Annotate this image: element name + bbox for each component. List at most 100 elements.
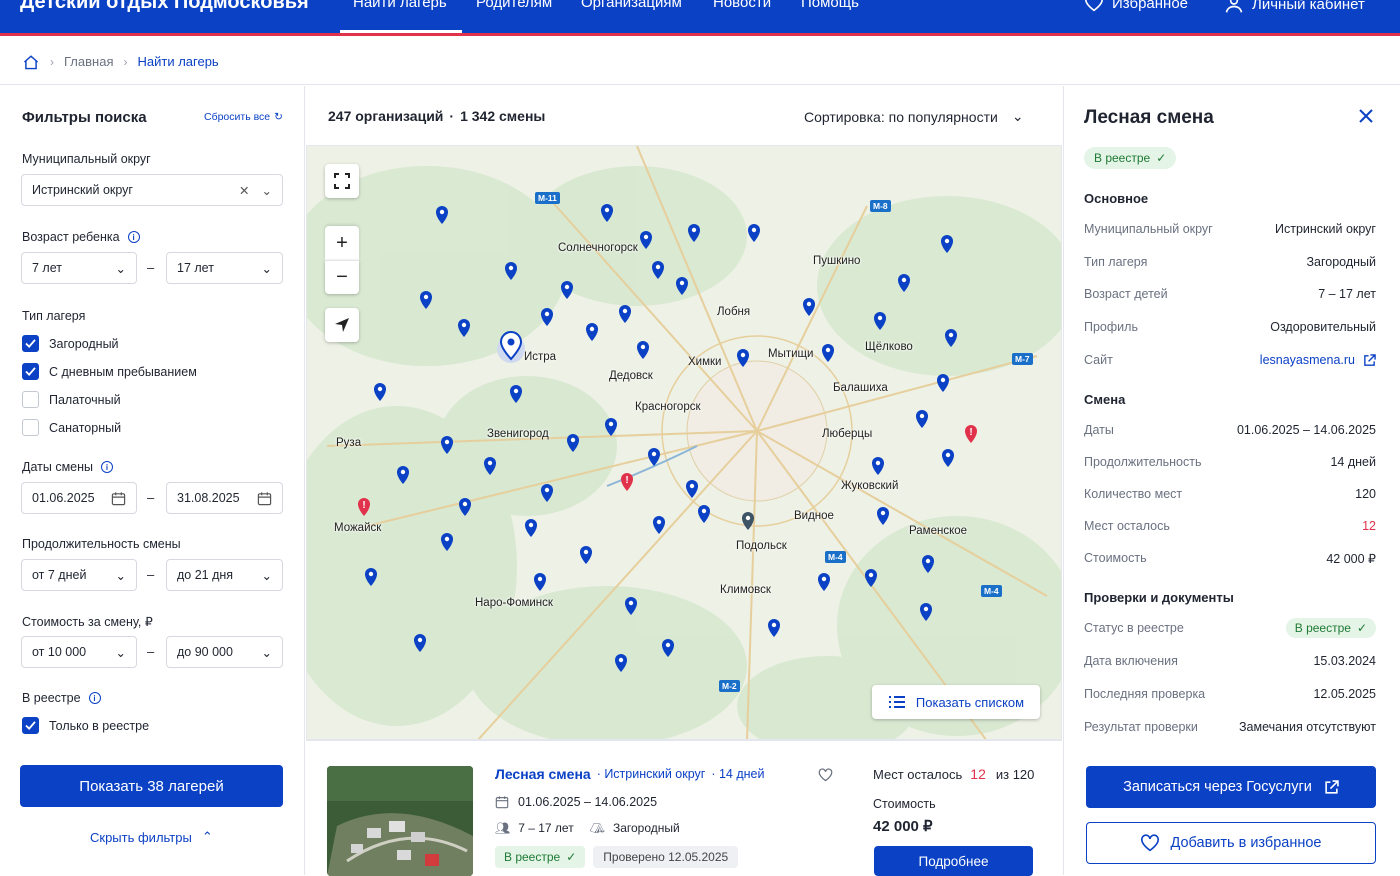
site-link[interactable]: lesnayasmena.ru [1260,353,1376,367]
zoom-in-button[interactable]: + [325,226,359,260]
clear-icon[interactable]: ✕ [239,183,249,198]
detail-row-status: Статус в реестре В реестре✓ [1084,618,1376,638]
city-label: Красногорск [635,401,701,413]
calendar-icon[interactable] [257,491,272,506]
close-icon[interactable] [1358,108,1374,124]
cost-to-select[interactable]: до 90 000⌄ [166,636,283,668]
sort-dropdown[interactable]: Сортировка: по популярности⌄ [804,108,1024,125]
info-icon[interactable]: i [101,461,113,473]
enroll-gosuslugi-button[interactable]: Записаться через Госуслуги [1086,766,1376,808]
city-label: Химки [688,356,721,368]
calendar-icon [495,795,509,809]
city-label: Щёлково [865,341,913,353]
chevron-down-icon: ⌄ [262,645,272,660]
chevron-down-icon: ⌄ [262,261,272,276]
chevron-down-icon: ⌄ [262,568,272,583]
camp-photo [327,766,473,876]
camp-type-checkbox-tent[interactable]: Палаточный [22,391,121,408]
show-list-button[interactable]: Показать списком [872,685,1040,719]
registry-only-checkbox[interactable]: Только в реестре [22,717,149,734]
site-title[interactable]: Детский отдых Подмосковья [20,0,309,14]
breadcrumb: › Главная › Найти лагерь [0,39,1400,85]
show-camps-button[interactable]: Показать 38 лагерей [20,765,283,807]
range-dash: – [147,567,154,582]
city-label: Лобня [717,306,750,318]
detail-row-cost: Стоимость42 000 ₽ [1084,551,1376,566]
fullscreen-icon [334,173,350,189]
detail-row: Результат проверкиЗамечания отсутствуют [1084,720,1376,734]
checkbox-checked[interactable] [22,717,39,734]
card-title-row: Лесная смена · Истринский округ · 14 дне… [495,766,764,783]
nav-find-camp[interactable]: Найти лагерь [353,0,447,11]
city-label: Истра [524,351,556,363]
info-icon[interactable]: i [128,231,140,243]
nav-news[interactable]: Новости [713,0,771,11]
heart-icon [1140,834,1160,852]
city-label: Наро-Фоминск [475,597,553,609]
check-icon: ✓ [1357,621,1367,635]
district-select[interactable]: Истринский округ ✕⌄ [21,174,283,206]
district-label: Муниципальный округ [22,152,151,166]
chevron-down-icon: ⌄ [116,568,126,583]
favorite-heart-icon[interactable] [818,768,833,782]
highway-badge: М-4 [981,585,1002,597]
date-to-input[interactable]: 31.08.2025 [166,482,283,514]
highway-badge: М-7 [1012,353,1033,365]
city-label: Климовск [720,584,771,596]
home-icon[interactable] [22,54,40,70]
cost-from-select[interactable]: от 10 000⌄ [21,636,137,668]
breadcrumb-home[interactable]: Главная [64,54,113,69]
camp-card[interactable]: Лесная смена · Истринский округ · 14 дне… [306,740,1062,875]
nav-help[interactable]: Помощь [801,0,859,11]
date-from-input[interactable]: 01.06.2025 [21,482,137,514]
nav-organizations[interactable]: Организациям [581,0,682,11]
detail-row: ПрофильОздоровительный [1084,320,1376,334]
tent-icon: ⛺︎ [590,821,605,835]
calendar-icon[interactable] [111,491,126,506]
card-meta: 👥︎ 7 – 17 лет ⛺︎ Загородный [495,821,680,835]
highway-badge: М-4 [825,551,846,563]
card-title[interactable]: Лесная смена [495,766,591,783]
add-to-favorites-button[interactable]: Добавить в избранное [1086,822,1376,864]
dates-label: Даты сменыi [22,460,113,474]
age-from-select[interactable]: 7 лет⌄ [21,252,137,284]
favorites-link[interactable]: Избранное [1084,0,1188,12]
locate-button[interactable] [325,308,359,342]
detail-row-site: Сайт lesnayasmena.ru [1084,353,1376,367]
map[interactable]: + − Солнечногорск Пушкино Лобня Истра Де… [306,145,1062,740]
info-icon[interactable]: i [89,692,101,704]
hide-filters-link[interactable]: Скрыть фильтры⌃ [90,829,213,845]
camp-type-checkbox-day[interactable]: С дневным пребыванием [22,363,197,380]
duration-label: Продолжительность смены [22,537,181,551]
highway-badge: М-2 [719,680,740,692]
detail-row: Возраст детей7 – 17 лет [1084,287,1376,301]
details-button[interactable]: Подробнее [874,846,1033,876]
checkbox-checked[interactable] [22,363,39,380]
detail-title: Лесная смена [1084,107,1214,129]
checkbox-unchecked[interactable] [22,391,39,408]
fullscreen-button[interactable] [325,164,359,198]
camp-detail-panel: Лесная смена В реестре✓ Основное Муницип… [1063,86,1400,875]
duration-to-select[interactable]: до 21 дня⌄ [166,559,283,591]
status-badge: В реестре✓ [1286,618,1376,638]
camp-type-checkbox-countryside[interactable]: Загородный [22,335,119,352]
check-icon: ✓ [1156,151,1166,165]
age-to-select[interactable]: 17 лет⌄ [166,252,283,284]
navigation-arrow-icon [334,317,350,333]
chevron-right-icon: › [123,55,127,69]
reset-filters-link[interactable]: Сбросить все↻ [204,111,283,123]
detail-registry-badge: В реестре✓ [1084,147,1176,169]
registry-badge: В реестре✓ [495,846,585,868]
checkbox-unchecked[interactable] [22,419,39,436]
breadcrumb-current[interactable]: Найти лагерь [137,54,218,69]
check-icon: ✓ [566,850,576,864]
nav-parents[interactable]: Родителям [476,0,552,11]
camp-type-checkbox-sanatorium[interactable]: Санаторный [22,419,121,436]
detail-row-places-left: Мест осталось12 [1084,519,1376,533]
account-link[interactable]: Личный кабинет [1224,0,1365,14]
city-label: Пушкино [813,255,860,267]
zoom-out-button[interactable]: − [325,260,359,294]
checkbox-checked[interactable] [22,335,39,352]
section-checks-title: Проверки и документы [1084,590,1234,605]
duration-from-select[interactable]: от 7 дней⌄ [21,559,137,591]
